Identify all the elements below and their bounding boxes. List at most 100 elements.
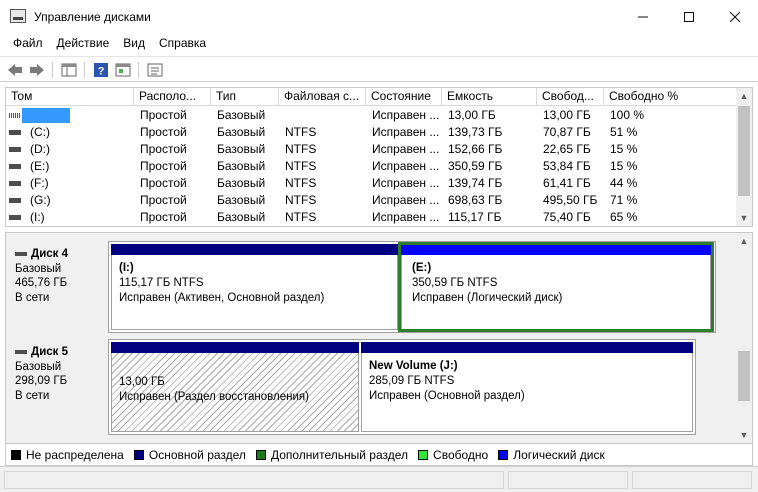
column-header-type[interactable]: Тип	[211, 88, 279, 106]
volume-capacity: 698,63 ГБ	[448, 193, 503, 207]
volume-capacity: 350,59 ГБ	[448, 159, 503, 173]
partition-recovery[interactable]: 13,00 ГБ Исправен (Раздел восстановления…	[111, 342, 359, 432]
legend-label: Дополнительный раздел	[270, 447, 409, 462]
column-header-filesystem[interactable]: Файловая с...	[279, 88, 366, 106]
disk-5-info[interactable]: Диск 5 Базовый 298,09 ГБ В сети	[6, 337, 108, 437]
close-icon	[730, 12, 740, 22]
legend-item: Основной раздел	[133, 448, 246, 462]
toolbar-separator	[84, 62, 85, 78]
legend-label: Не распределена	[26, 447, 124, 462]
show-hide-tree-button[interactable]	[60, 61, 78, 79]
volume-type: Базовый	[217, 159, 266, 173]
scroll-up-arrow-icon[interactable]: ▲	[736, 88, 752, 104]
disk-pane-scrollbar[interactable]: ▲ ▼	[736, 233, 752, 443]
title-bar: Управление дисками	[0, 0, 758, 34]
volume-type: Базовый	[217, 176, 266, 190]
menu-help[interactable]: Справка	[152, 34, 213, 54]
volume-status: Исправен ...	[372, 210, 440, 224]
partition-i[interactable]: (I:) 115,17 ГБ NTFS Исправен (Активен, О…	[111, 244, 398, 330]
volume-row[interactable]: Простой Базовый Исправен ... 13,00 ГБ 13…	[6, 107, 738, 124]
column-header-capacity[interactable]: Емкость	[442, 88, 537, 106]
column-header-free-percent[interactable]: Свободно %	[604, 88, 738, 106]
maximize-icon	[684, 12, 694, 22]
volume-filesystem: NTFS	[285, 142, 317, 156]
show-hide-tree-icon	[61, 63, 77, 77]
volume-list-scrollbar[interactable]: ▲ ▼	[736, 88, 752, 226]
volume-capacity: 115,17 ГБ	[448, 210, 502, 224]
back-button[interactable]	[6, 61, 24, 79]
column-header-volume[interactable]: Том	[6, 88, 134, 106]
volume-row[interactable]: (F:) Простой Базовый NTFS Исправен ... 1…	[6, 175, 738, 192]
partition-status: Исправен (Основной раздел)	[369, 390, 525, 402]
help-button[interactable]: ?	[92, 61, 110, 79]
partition-size: 115,17 ГБ NTFS	[119, 277, 204, 289]
legend-swatch	[11, 449, 21, 460]
status-bar	[0, 466, 758, 492]
selection-frame	[398, 242, 714, 332]
volume-filesystem: NTFS	[285, 159, 317, 173]
partition-j[interactable]: New Volume (J:) 285,09 ГБ NTFS Исправен …	[361, 342, 693, 432]
volume-name: (D:)	[30, 142, 50, 156]
volume-type: Базовый	[217, 142, 266, 156]
selected-volume-name	[22, 108, 70, 123]
scroll-down-arrow-icon[interactable]: ▼	[736, 210, 752, 226]
volume-icon	[9, 164, 21, 169]
window-title: Управление дисками	[34, 10, 151, 24]
volume-capacity: 13,00 ГБ	[448, 108, 496, 122]
properties-button[interactable]	[114, 61, 132, 79]
legend-item: Дополнительный раздел	[255, 447, 409, 462]
scrollbar-thumb[interactable]	[738, 351, 750, 401]
minimize-button[interactable]	[620, 0, 666, 34]
volume-filesystem: NTFS	[285, 210, 317, 224]
toolbar-separator	[138, 62, 139, 78]
volume-layout: Простой	[140, 108, 187, 122]
disk-4-info[interactable]: Диск 4 Базовый 465,76 ГБ В сети	[6, 239, 108, 333]
disk-icon	[15, 350, 27, 355]
scroll-up-arrow-icon[interactable]: ▲	[736, 233, 752, 249]
volume-name: (I:)	[30, 210, 45, 224]
volume-layout: Простой	[140, 210, 187, 224]
close-button[interactable]	[712, 0, 758, 34]
volume-row[interactable]: (G:) Простой Базовый NTFS Исправен ... 6…	[6, 192, 738, 209]
action-list-button[interactable]	[146, 61, 164, 79]
disk-type: Базовый	[15, 262, 62, 275]
disk-4-partitions: (I:) 115,17 ГБ NTFS Исправен (Активен, О…	[108, 241, 716, 333]
volume-row[interactable]: (E:) Простой Базовый NTFS Исправен ... 3…	[6, 158, 738, 175]
status-segment	[4, 471, 504, 489]
menu-file[interactable]: Файл	[6, 34, 50, 54]
maximize-button[interactable]	[666, 0, 712, 34]
column-header-status[interactable]: Состояние	[366, 88, 442, 106]
primary-partition-bar	[361, 342, 693, 353]
volume-free-percent: 15 %	[610, 159, 638, 173]
legend-swatch	[133, 449, 144, 460]
column-header-layout[interactable]: Располо...	[134, 88, 211, 106]
volume-filesystem: NTFS	[285, 125, 317, 139]
scroll-down-arrow-icon[interactable]: ▼	[736, 427, 752, 443]
volume-free-percent: 100 %	[610, 108, 645, 122]
volume-free: 70,87 ГБ	[543, 125, 591, 139]
partition-status: Исправен (Раздел восстановления)	[119, 391, 309, 403]
legend-item: Логический диск	[498, 448, 605, 462]
volume-row[interactable]: (I:) Простой Базовый NTFS Исправен ... 1…	[6, 209, 738, 226]
volume-layout: Простой	[140, 176, 187, 190]
volume-row[interactable]: (C:) Простой Базовый NTFS Исправен ... 1…	[6, 124, 738, 141]
volume-name: (C:)	[30, 125, 50, 139]
menu-action[interactable]: Действие	[50, 34, 117, 54]
column-header-free[interactable]: Свобод...	[537, 88, 604, 106]
disk-state: В сети	[15, 389, 50, 402]
legend-label: Свободно	[433, 447, 489, 462]
disk-state: В сети	[15, 291, 50, 304]
volume-free-percent: 71 %	[610, 193, 638, 207]
primary-partition-bar	[111, 342, 359, 353]
legend-swatch	[255, 449, 266, 460]
volume-row[interactable]: (D:) Простой Базовый NTFS Исправен ... 1…	[6, 141, 738, 158]
volume-capacity: 139,74 ГБ	[448, 176, 503, 190]
scrollbar-thumb[interactable]	[738, 106, 750, 196]
partition-details: New Volume (J:) 285,09 ГБ NTFS Исправен …	[361, 353, 693, 432]
forward-button[interactable]	[28, 61, 46, 79]
status-segment	[632, 471, 752, 489]
toolbar-separator	[52, 62, 53, 78]
menu-bar: Файл Действие Вид Справка	[0, 34, 758, 54]
menu-view[interactable]: Вид	[116, 34, 152, 54]
partition-title: (I:)	[119, 262, 134, 274]
